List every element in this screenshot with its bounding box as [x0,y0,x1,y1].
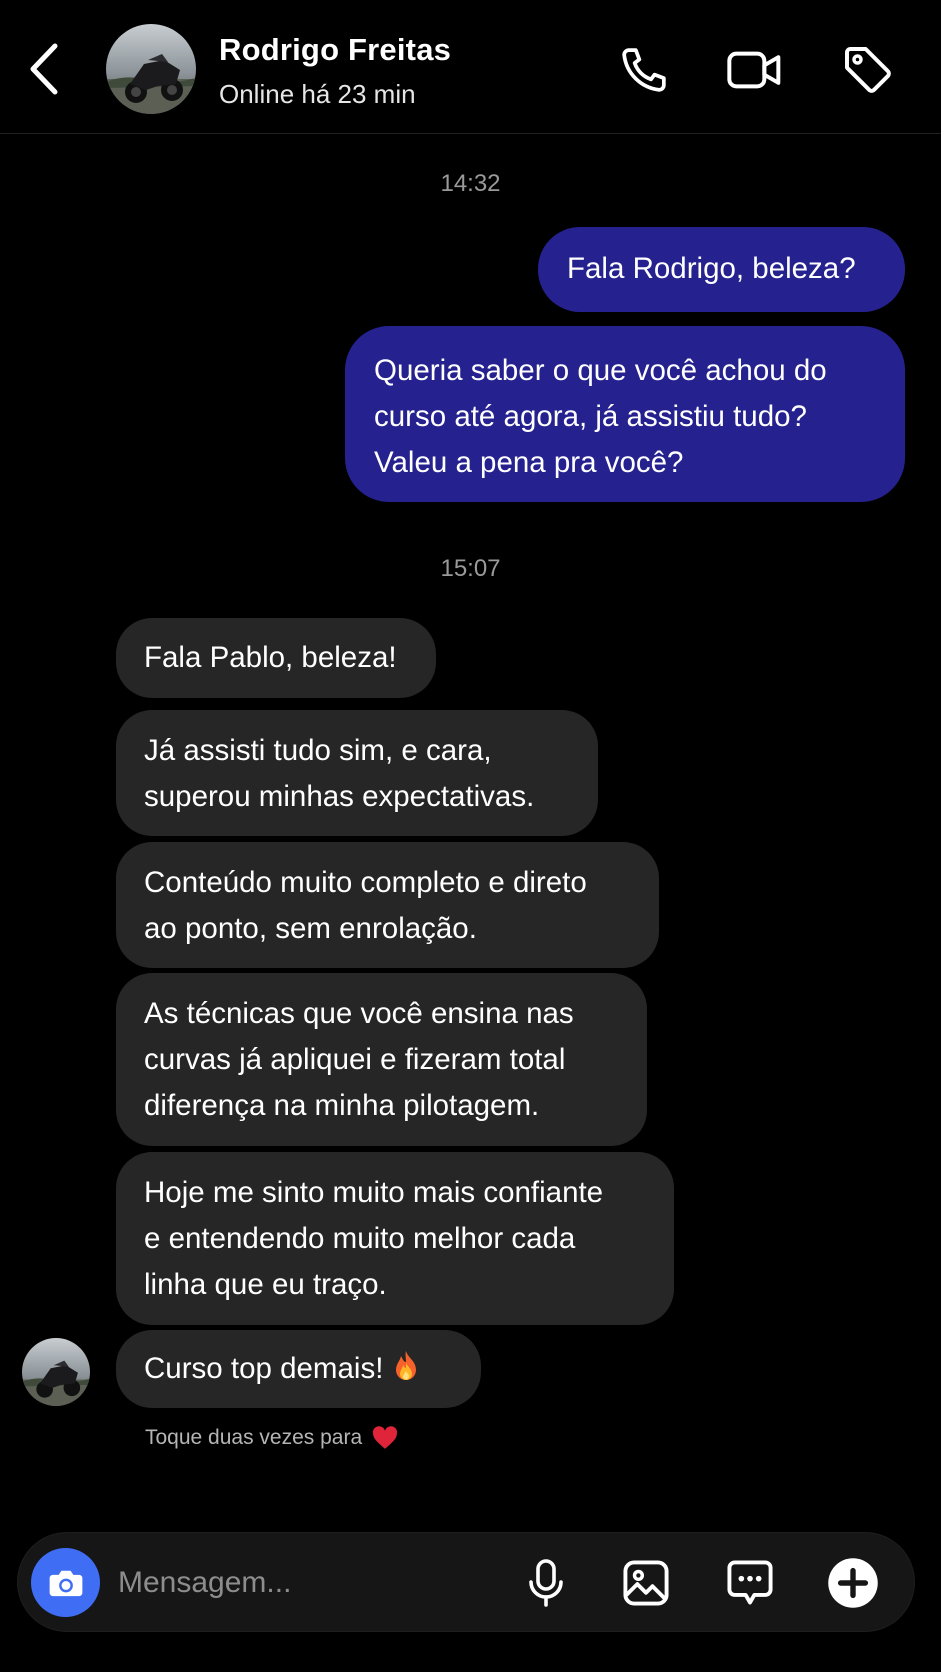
back-chevron-icon [30,43,58,95]
video-call-button[interactable] [723,38,787,102]
incoming-message[interactable]: As técnicas que você ensina nas curvas j… [116,973,647,1146]
tag-button[interactable] [836,38,900,102]
back-button[interactable] [22,38,66,100]
sticker-icon [727,1560,773,1605]
incoming-message[interactable]: Curso top demais! [116,1330,481,1408]
camera-icon [49,1570,82,1596]
chat-header: Rodrigo Freitas Online há 23 min [0,0,941,134]
contact-avatar[interactable] [106,24,196,114]
message-timestamp: 14:32 [440,170,501,197]
contact-status: Online há 23 min [219,79,416,109]
incoming-message[interactable]: Conteúdo muito completo e direto ao pont… [116,842,659,968]
incoming-message-text: Curso top demais! [144,1352,384,1385]
incoming-message[interactable]: Hoje me sinto muito mais confiante e ent… [116,1152,674,1325]
camera-button[interactable] [31,1548,100,1617]
gallery-button[interactable] [614,1551,678,1615]
microphone-icon [529,1559,563,1607]
phone-icon [622,48,666,92]
contact-message-avatar[interactable] [22,1338,90,1406]
message-composer [17,1532,915,1632]
outgoing-message[interactable]: Fala Rodrigo, beleza? [538,227,905,312]
message-input[interactable] [118,1555,418,1611]
contact-name[interactable]: Rodrigo Freitas [219,32,451,68]
call-button[interactable] [612,38,676,102]
plus-icon [828,1558,878,1608]
gallery-icon [623,1560,669,1606]
fire-emoji-icon [391,1349,421,1397]
voice-message-button[interactable] [514,1551,578,1615]
sticker-button[interactable] [718,1551,782,1615]
double-tap-hint: Toque duas vezes para [145,1426,398,1450]
video-camera-icon [727,51,781,89]
incoming-message[interactable]: Fala Pablo, beleza! [116,618,436,698]
more-options-button[interactable] [821,1551,885,1615]
tag-icon [845,47,891,93]
incoming-message[interactable]: Já assisti tudo sim, e cara, superou min… [116,710,598,836]
heart-icon [372,1426,398,1450]
double-tap-hint-text: Toque duas vezes para [145,1426,363,1449]
message-timestamp: 15:07 [440,555,501,582]
outgoing-message[interactable]: Queria saber o que você achou do curso a… [345,326,905,502]
